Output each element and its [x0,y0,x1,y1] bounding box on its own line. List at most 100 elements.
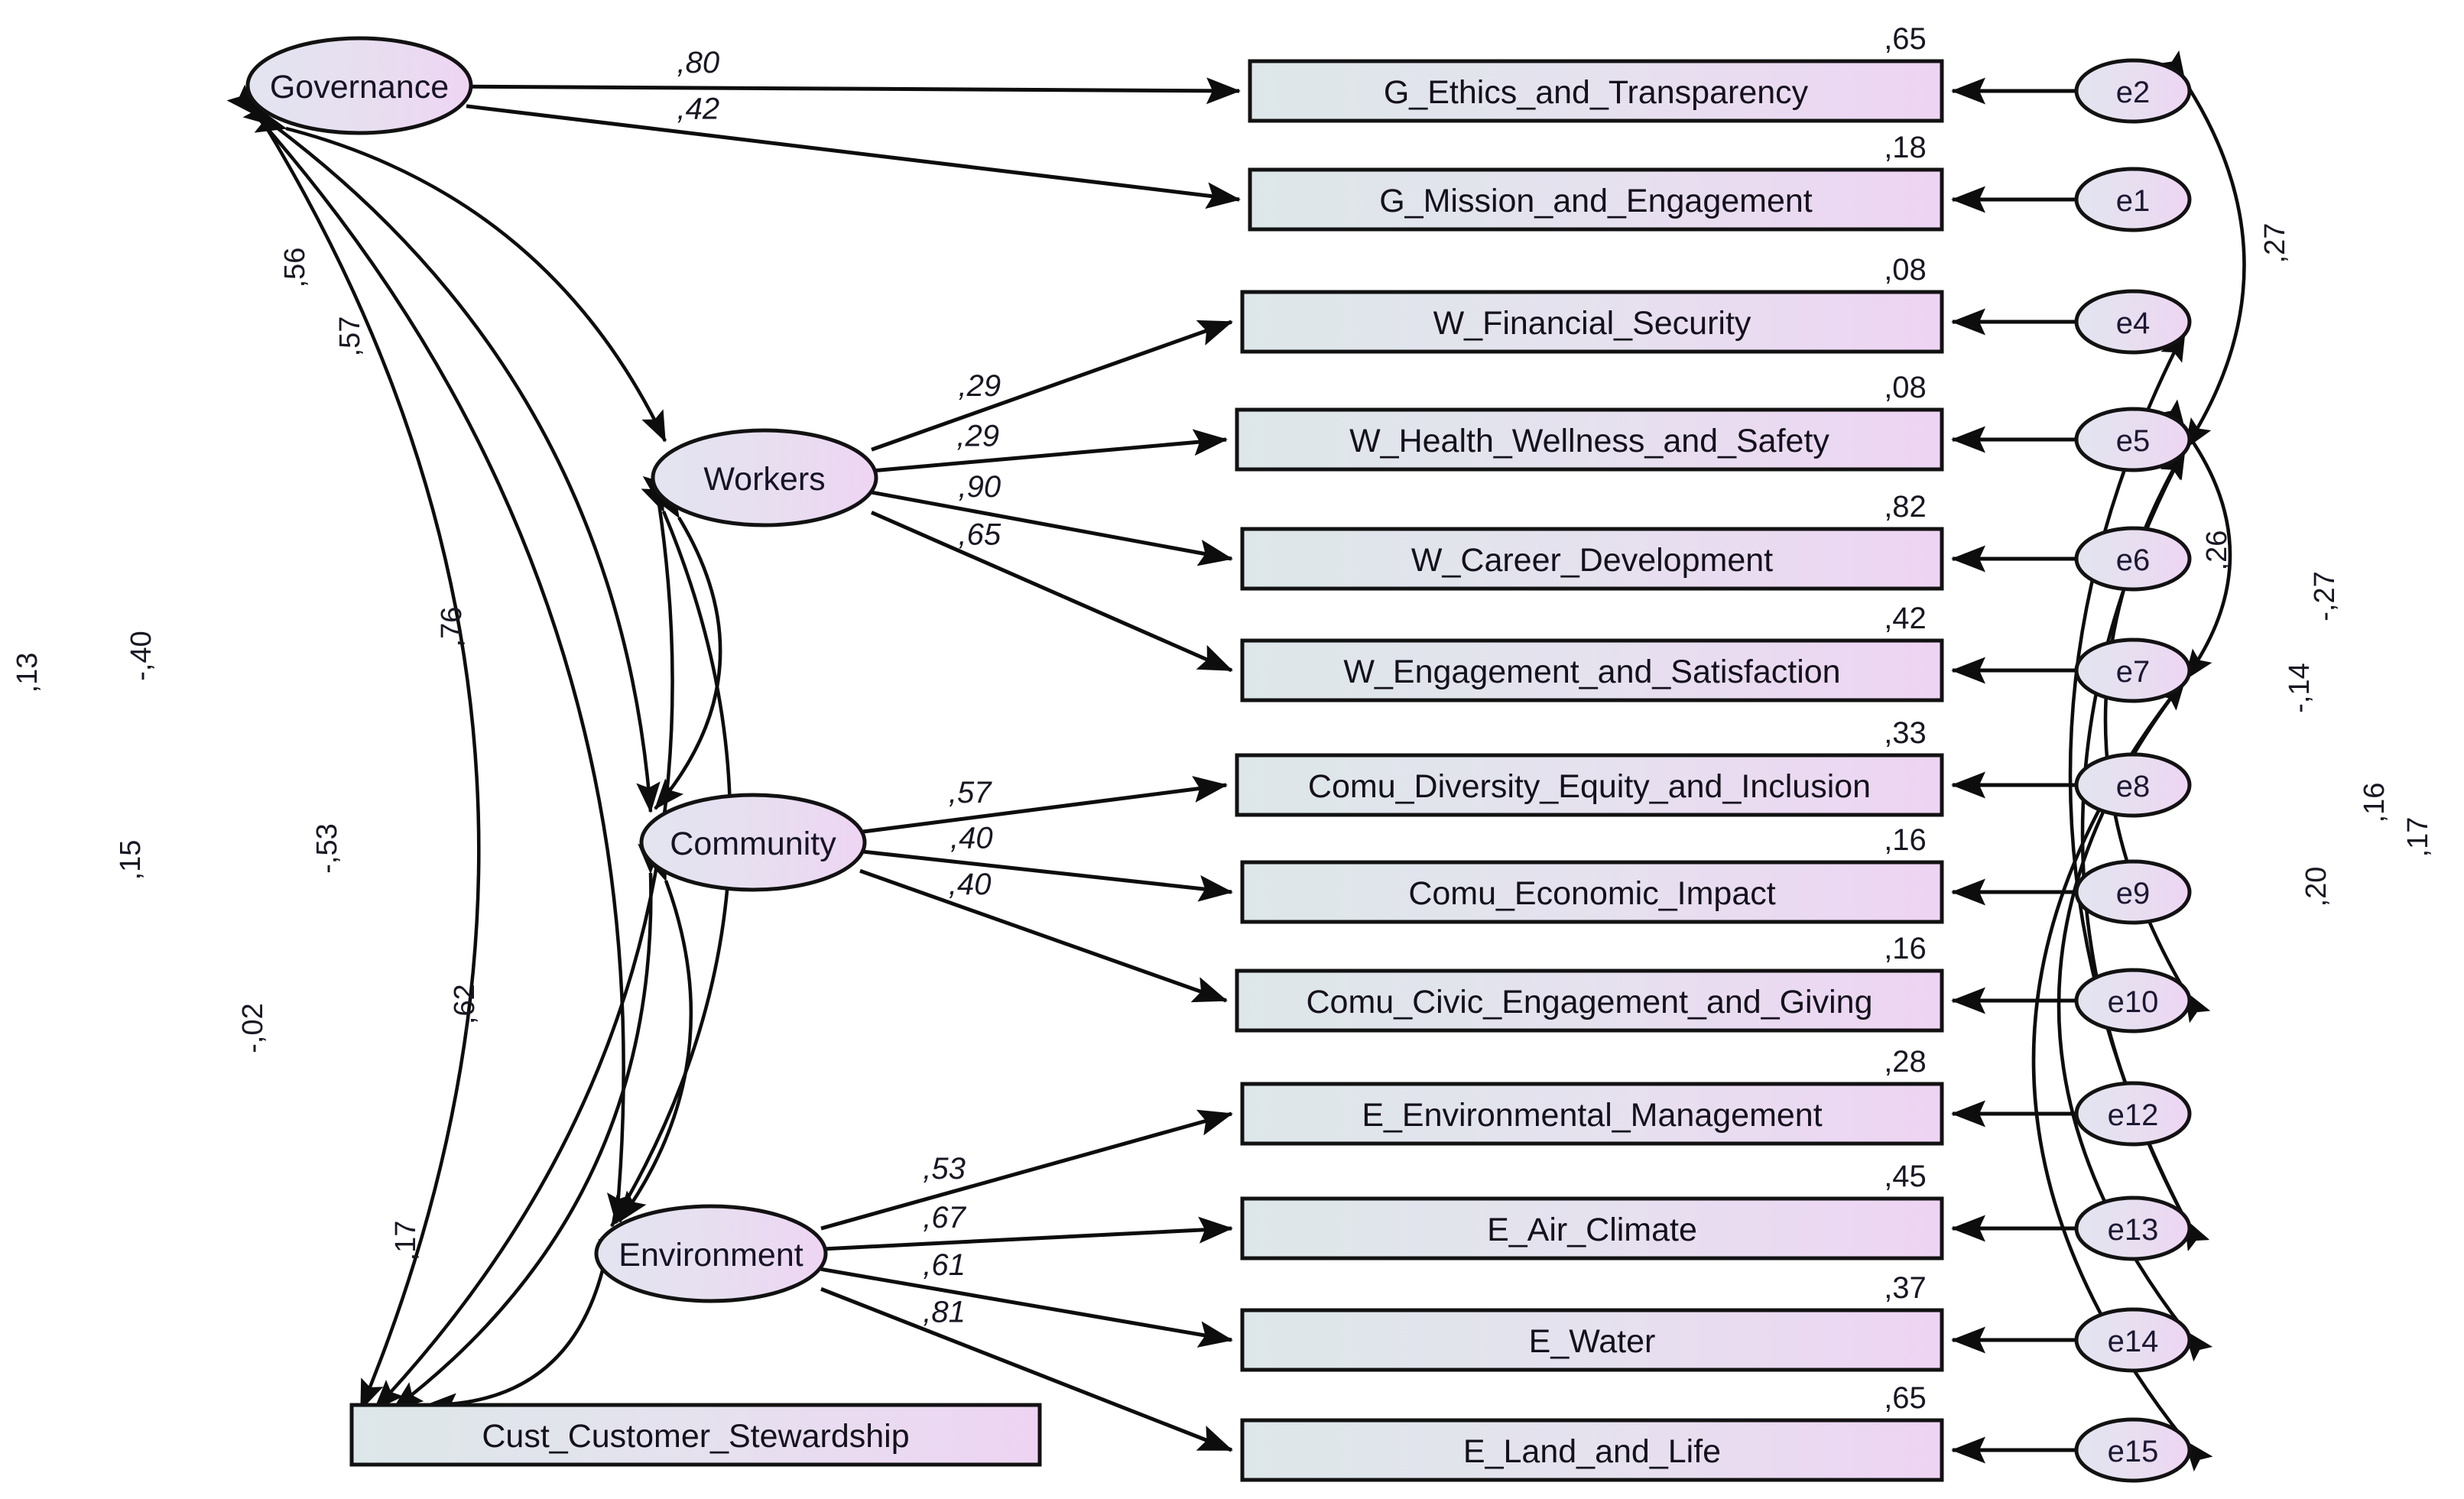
covariance-arc-gov-work [254,109,667,443]
latent-label-environment: Environment [618,1237,803,1274]
loading-arrow-g_mission [466,104,1241,209]
squared-multiple-correlation-g_mission: ,18 [1884,131,1927,164]
latent-variable-governance: Governance [245,36,473,135]
observed-label-w_health: W_Health_Wellness_and_Safety [1349,423,1829,459]
observed-variable-w_career: W_Career_Development [1240,527,1944,591]
error-label-e12: e12 [2108,1098,2159,1132]
squared-multiple-correlation-c_dei: ,33 [1884,716,1927,750]
error-covariance-label-e5-e7: ,26 [2201,530,2233,571]
loading-arrow-w_engage [870,511,1233,673]
error-label-e4: e4 [2116,307,2151,340]
observed-variable-e_water: E_Water [1240,1308,1944,1372]
loading-label-g_mission: ,42 [677,92,719,125]
loading-arrow-c_econ [859,849,1233,902]
loading-arrow-w_health [871,429,1228,473]
loading-arrow-c_dei [859,776,1228,834]
error-label-e8: e8 [2116,770,2151,803]
observed-label-e_mgmt: E_Environmental_Management [1362,1097,1822,1134]
covariance-label-comm-cust: -,02 [237,1003,269,1053]
covariance-label-work-cust: ,15 [115,840,147,881]
loading-label-e_air: ,67 [923,1201,966,1235]
error-label-e1: e1 [2116,184,2151,218]
latent-label-workers: Workers [703,461,825,498]
covariance-label-work-comm: ,76 [436,607,468,647]
squared-multiple-correlation-e_air: ,45 [1884,1160,1927,1193]
covariance-arc-gov-cust [235,87,481,1411]
observed-variable-c_civic: Comu_Civic_Engagement_and_Giving [1235,969,1944,1033]
observed-variable-e_land: E_Land_and_Life [1240,1418,1944,1482]
loading-label-e_water: ,61 [923,1248,966,1282]
squared-multiple-correlation-e_water: ,37 [1884,1271,1927,1305]
squared-multiple-correlation-w_career: ,82 [1884,490,1927,524]
covariance-arc-gov-comm [242,98,661,813]
error-covariance-label-e5-e10: -,14 [2284,663,2316,712]
loading-arrow-e_mgmt [820,1109,1233,1231]
observed-label-w_engage: W_Engagement_and_Satisfaction [1343,654,1840,690]
error-term-e14: e14 [2074,1307,2192,1373]
observed-label-w_finsec: W_Financial_Security [1433,305,1751,342]
loading-label-c_civic: ,40 [949,868,992,901]
error-term-e2: e2 [2074,58,2192,124]
error-covariance-arc-e2-e5 [2158,50,2246,450]
error-label-e7: e7 [2116,655,2151,689]
error-covariance-label-e2-e5: ,27 [2259,223,2291,264]
squared-multiple-correlation-w_finsec: ,08 [1884,253,1927,287]
error-term-e8: e8 [2074,752,2192,818]
observed-variable-c_dei: Comu_Diversity_Equity_and_Inclusion [1235,753,1944,817]
sem-canvas: G_Ethics_and_Transparency G_Mission_and_E… [11,22,2434,1483]
covariance-label-env-cust: ,17 [390,1221,422,1261]
observed-label-c_dei: Comu_Diversity_Equity_and_Inclusion [1308,768,1871,805]
loading-arrow-w_career [871,490,1233,566]
loading-label-w_engage: ,65 [958,518,1001,551]
covariance-arc-comm-cust [391,842,662,1411]
squared-multiple-correlation-w_engage: ,42 [1884,602,1927,635]
observed-label-cust: Cust_Customer_Stewardship [482,1418,909,1455]
observed-variable-cust: Cust_Customer_Stewardship [349,1403,1042,1467]
error-term-e6: e6 [2074,526,2192,592]
error-term-e5: e5 [2074,407,2192,472]
squared-multiple-correlation-c_civic: ,16 [1884,932,1927,965]
error-label-e13: e13 [2108,1213,2159,1247]
observed-label-w_career: W_Career_Development [1411,542,1773,579]
latent-variable-community: Community [639,793,867,892]
latent-label-community: Community [670,826,836,862]
error-label-e10: e10 [2108,985,2159,1019]
error-covariance-label-e4-e13: ,20 [2300,867,2333,907]
squared-multiple-correlation-c_econ: ,16 [1884,823,1927,857]
error-label-e5: e5 [2116,424,2151,458]
observed-variable-g_mission: G_Mission_and_Engagement [1248,167,1944,232]
covariance-label-gov-cust: ,13 [11,653,44,693]
error-term-e13: e13 [2074,1196,2192,1261]
covariance-label-gov-env: -,40 [125,631,157,680]
covariance-arc-env-cust [425,1238,622,1417]
error-label-e2: e2 [2116,76,2151,109]
error-term-e12: e12 [2074,1081,2192,1147]
covariance-label-gov-work: ,56 [279,248,311,288]
squared-multiple-correlation-g_ethics: ,65 [1884,22,1927,56]
error-covariance-label-e7-e15: ,17 [2402,817,2434,858]
loading-arrow-c_civic [859,868,1228,1003]
squared-multiple-correlation-e_land: ,65 [1884,1381,1927,1415]
error-term-e7: e7 [2074,638,2192,703]
observed-label-e_land: E_Land_and_Life [1463,1433,1721,1470]
observed-variable-c_econ: Comu_Economic_Impact [1240,860,1944,924]
covariance-label-work-env: -,53 [311,823,343,873]
loading-label-c_econ: ,40 [950,822,993,855]
loading-arrow-e_air [820,1216,1233,1251]
covariance-arc-comm-env [618,848,693,1223]
loading-label-w_health: ,29 [956,420,999,453]
covariance-label-comm-env: -,62 [449,984,481,1033]
error-term-e4: e4 [2074,289,2192,355]
error-label-e9: e9 [2116,877,2151,910]
observed-variable-e_mgmt: E_Environmental_Management [1240,1082,1944,1146]
error-term-e10: e10 [2074,968,2192,1033]
error-term-e9: e9 [2074,859,2192,925]
observed-label-g_ethics: G_Ethics_and_Transparency [1384,74,1809,111]
loading-label-g_ethics: ,80 [677,46,719,79]
sem-path-diagram: G_Ethics_and_Transparency G_Mission_and_E… [0,0,2464,1499]
loading-label-e_mgmt: ,53 [923,1152,966,1186]
observed-variable-e_air: E_Air_Climate [1240,1196,1944,1261]
observed-variable-w_engage: W_Engagement_and_Satisfaction [1240,638,1944,702]
observed-label-e_water: E_Water [1529,1323,1656,1360]
loading-arrow-e_water [820,1267,1233,1348]
